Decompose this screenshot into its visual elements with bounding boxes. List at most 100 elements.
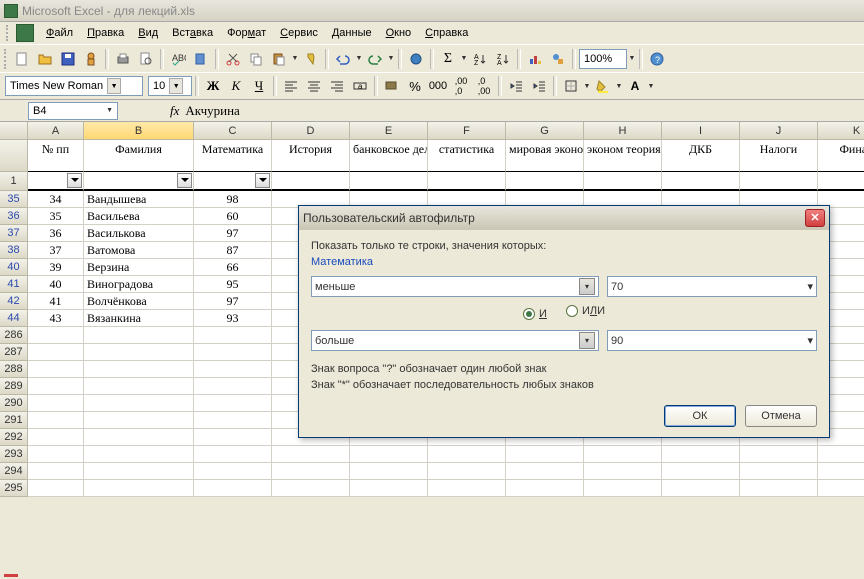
cell[interactable] [818,446,864,463]
filter-dropdown-button[interactable] [67,173,82,188]
cell[interactable] [740,480,818,497]
menu-file[interactable]: Файл [40,25,79,41]
row-header[interactable]: 42 [0,293,28,310]
cell[interactable] [740,463,818,480]
header-cell[interactable]: Финан [818,140,864,172]
redo-button[interactable] [364,48,386,70]
cell[interactable] [194,327,272,344]
cut-button[interactable] [222,48,244,70]
cell[interactable]: 39 [28,259,84,276]
align-center-button[interactable] [303,75,325,97]
undo-dropdown[interactable]: ▼ [355,48,363,70]
filter-cell[interactable] [584,172,662,191]
filter-cell[interactable] [272,172,350,191]
filter-cell[interactable] [28,172,84,191]
cell[interactable]: Виноградова [84,276,194,293]
cell[interactable] [194,446,272,463]
decrease-indent-button[interactable] [505,75,527,97]
column-header[interactable]: A [28,122,84,140]
permission-button[interactable] [80,48,102,70]
header-cell[interactable]: Налоги [740,140,818,172]
align-left-button[interactable] [280,75,302,97]
cell[interactable] [818,480,864,497]
cell[interactable]: 95 [194,276,272,293]
cell[interactable] [28,361,84,378]
menu-window[interactable]: Окно [380,25,418,41]
menu-format[interactable]: Формат [221,25,272,41]
fill-dropdown[interactable]: ▼ [615,75,623,97]
row-header[interactable] [0,140,28,172]
operator2-select[interactable]: больше ▾ [311,330,599,351]
column-header[interactable]: I [662,122,740,140]
header-cell[interactable]: мировая экономика [506,140,584,172]
sort-desc-button[interactable]: ZA [492,48,514,70]
cell[interactable] [662,480,740,497]
drawing-button[interactable] [547,48,569,70]
column-header[interactable]: G [506,122,584,140]
cell[interactable] [194,344,272,361]
cell[interactable] [28,378,84,395]
filter-dropdown-button[interactable] [177,173,192,188]
header-cell[interactable]: ДКБ [662,140,740,172]
autosum-dropdown[interactable]: ▼ [460,48,468,70]
borders-button[interactable] [560,75,582,97]
column-header[interactable]: K [818,122,864,140]
row-header[interactable]: 288 [0,361,28,378]
menu-insert[interactable]: Вставка [166,25,219,41]
cell[interactable]: 97 [194,293,272,310]
row-header[interactable]: 292 [0,429,28,446]
app-icon[interactable] [16,24,34,42]
header-cell[interactable]: банковское дело [350,140,428,172]
cell[interactable] [194,395,272,412]
font-name-combo[interactable]: Times New Roman ▼ [5,76,143,96]
row-header[interactable]: 35 [0,191,28,208]
cell[interactable] [84,395,194,412]
preview-button[interactable] [135,48,157,70]
cell[interactable] [194,378,272,395]
cell[interactable] [350,480,428,497]
currency-button[interactable] [381,75,403,97]
row-header[interactable]: 289 [0,378,28,395]
cell[interactable] [28,412,84,429]
redo-dropdown[interactable]: ▼ [387,48,395,70]
filter-cell[interactable] [662,172,740,191]
italic-button[interactable]: К [225,75,247,97]
value1-combo[interactable]: 70 ▾ [607,276,817,297]
open-button[interactable] [34,48,56,70]
and-radio[interactable]: И [523,308,547,320]
row-header[interactable]: 290 [0,395,28,412]
header-cell[interactable]: статистика [428,140,506,172]
cell[interactable] [506,446,584,463]
format-painter-button[interactable] [300,48,322,70]
column-header[interactable]: D [272,122,350,140]
cell[interactable] [350,446,428,463]
decrease-decimal-button[interactable]: ,0,00 [473,75,495,97]
help-button[interactable]: ? [646,48,668,70]
paste-dropdown[interactable]: ▼ [291,48,299,70]
row-header[interactable]: 294 [0,463,28,480]
increase-indent-button[interactable] [528,75,550,97]
row-header[interactable]: 40 [0,259,28,276]
zoom-combo[interactable]: 100% [579,49,627,69]
select-all-button[interactable] [0,122,28,140]
autosum-button[interactable]: Σ [437,48,459,70]
zoom-dropdown[interactable]: ▼ [628,48,636,70]
font-color-button[interactable]: A [624,75,646,97]
cell[interactable]: Васильева [84,208,194,225]
row-header[interactable]: 287 [0,344,28,361]
cell[interactable] [194,412,272,429]
cell[interactable] [84,361,194,378]
cell[interactable] [740,446,818,463]
cell[interactable]: 35 [28,208,84,225]
cell[interactable] [584,446,662,463]
borders-dropdown[interactable]: ▼ [583,75,591,97]
cell[interactable]: 60 [194,208,272,225]
spelling-button[interactable]: ABC [167,48,189,70]
header-cell[interactable]: История [272,140,350,172]
cell[interactable] [428,446,506,463]
cell[interactable] [428,463,506,480]
cell[interactable] [84,378,194,395]
filter-dropdown-button[interactable] [255,173,270,188]
column-header[interactable]: C [194,122,272,140]
cell[interactable]: 87 [194,242,272,259]
